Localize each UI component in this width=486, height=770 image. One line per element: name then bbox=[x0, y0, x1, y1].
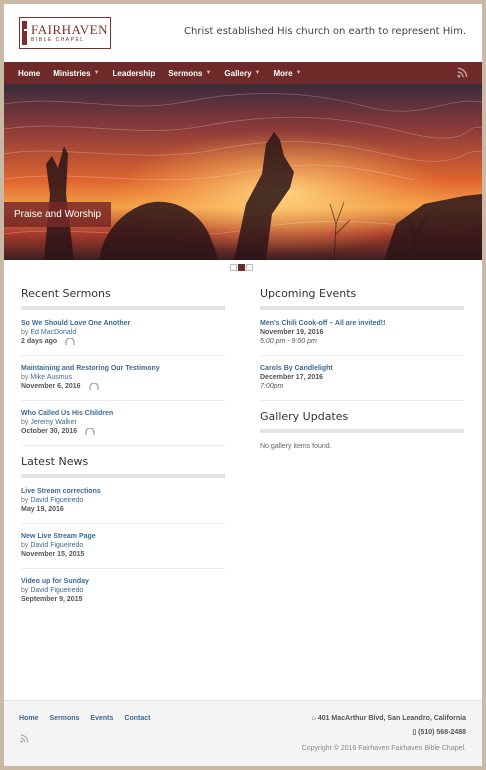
sermon-item: Who Called Us His Children by Jeremy Wal… bbox=[21, 410, 225, 446]
event-item: Men's Chili Cook-off – All are invited!!… bbox=[260, 320, 464, 356]
slider-dot-active[interactable] bbox=[238, 264, 245, 271]
sermon-item: Maintaining and Restoring Our Testimony … bbox=[21, 365, 225, 401]
nav-home[interactable]: Home bbox=[18, 69, 40, 78]
event-date: November 19, 2016 bbox=[260, 329, 324, 336]
nav-leadership[interactable]: Leadership bbox=[113, 69, 156, 78]
event-title[interactable]: Carols By Candlelight bbox=[260, 365, 464, 372]
news-author-link[interactable]: David Figueiredo bbox=[30, 542, 83, 549]
hero-caption: Praise and Worship bbox=[4, 202, 112, 227]
footer-link-home[interactable]: Home bbox=[19, 715, 38, 722]
main-nav: Home Ministries ▼ Leadership Sermons ▼ Gal… bbox=[4, 62, 482, 84]
nav-gallery[interactable]: Gallery ▼ bbox=[224, 69, 260, 78]
right-column: Upcoming Events Men's Chili Cook-off – A… bbox=[260, 287, 464, 450]
logo-subtitle: BIBLE CHAPEL bbox=[31, 36, 85, 43]
news-date: September 9, 2015 bbox=[21, 596, 83, 603]
chevron-down-icon: ▼ bbox=[93, 70, 100, 76]
news-author-link[interactable]: David Figueiredo bbox=[30, 587, 83, 594]
news-title[interactable]: Live Stream corrections bbox=[21, 488, 225, 495]
news-byline: by David Figueiredo bbox=[21, 497, 84, 504]
section-title-upcoming-events: Upcoming Events bbox=[260, 287, 357, 300]
chevron-down-icon: ▼ bbox=[205, 70, 212, 76]
event-time: 7:00pm bbox=[260, 383, 284, 390]
footer-phone: ▯ (510) 568-2488 bbox=[412, 729, 466, 736]
headphones-icon[interactable] bbox=[65, 338, 75, 345]
rss-icon[interactable] bbox=[457, 67, 468, 78]
news-item: New Live Stream Page by David Figueiredo… bbox=[21, 533, 225, 569]
news-title[interactable]: New Live Stream Page bbox=[21, 533, 225, 540]
logo-name: FAIRHAVEN bbox=[31, 21, 108, 37]
sermon-date: October 30, 2016 bbox=[21, 428, 225, 435]
hero-slider[interactable]: Praise and Worship bbox=[4, 84, 482, 260]
left-column: Recent Sermons So We Should Love One Ano… bbox=[21, 287, 225, 622]
event-title[interactable]: Men's Chili Cook-off – All are invited!! bbox=[260, 320, 464, 327]
hero-image bbox=[4, 84, 482, 260]
section-title-recent-sermons: Recent Sermons bbox=[21, 287, 111, 300]
headphones-icon[interactable] bbox=[88, 383, 99, 390]
news-byline: by David Figueiredo bbox=[21, 587, 84, 594]
news-item: Video up for Sunday by David Figueiredo … bbox=[21, 578, 225, 613]
sermon-author-link[interactable]: Ed MacDonald bbox=[30, 329, 76, 336]
section-divider bbox=[260, 429, 464, 433]
nav-ministries[interactable]: Ministries ▼ bbox=[53, 69, 99, 78]
footer-nav: Home Sermons Events Contact bbox=[19, 715, 161, 722]
sermon-title[interactable]: Who Called Us His Children bbox=[21, 410, 225, 417]
sermon-byline: by Jeremy Walker bbox=[21, 419, 77, 426]
section-divider bbox=[21, 306, 225, 310]
section-title-latest-news: Latest News bbox=[21, 455, 89, 468]
event-date: December 17, 2016 bbox=[260, 374, 324, 381]
chevron-down-icon: ▼ bbox=[295, 70, 302, 76]
sermon-title[interactable]: Maintaining and Restoring Our Testimony bbox=[21, 365, 225, 372]
nav-sermons[interactable]: Sermons ▼ bbox=[168, 69, 211, 78]
home-icon: ⌂ bbox=[311, 715, 316, 722]
sermon-byline: by Ed MacDonald bbox=[21, 329, 77, 336]
news-date: May 19, 2016 bbox=[21, 506, 64, 513]
footer-address: ⌂ 401 MacArthur Blvd, San Leandro, Calif… bbox=[311, 715, 466, 722]
sermon-title[interactable]: So We Should Love One Another bbox=[21, 320, 225, 327]
headphones-icon[interactable] bbox=[85, 428, 95, 435]
slider-dot[interactable] bbox=[246, 264, 253, 271]
news-byline: by David Figueiredo bbox=[21, 542, 84, 549]
site-footer: Home Sermons Events Contact ⌂ 401 MacArt… bbox=[4, 700, 482, 766]
sermon-author-link[interactable]: Jeremy Walker bbox=[30, 419, 76, 426]
chevron-down-icon: ▼ bbox=[254, 70, 261, 76]
news-date: November 15, 2015 bbox=[21, 551, 85, 558]
event-item: Carols By Candlelight December 17, 2016 … bbox=[260, 365, 464, 401]
footer-copyright: Copyright © 2016 Fairhaven Fairhaven Bib… bbox=[301, 745, 466, 752]
gallery-empty-message: No gallery items found. bbox=[260, 443, 332, 450]
site-logo[interactable]: FAIRHAVEN BIBLE CHAPEL bbox=[19, 17, 111, 49]
footer-link-sermons[interactable]: Sermons bbox=[49, 715, 79, 722]
sermon-date: November 6, 2016 bbox=[21, 383, 225, 390]
news-title[interactable]: Video up for Sunday bbox=[21, 578, 225, 585]
cross-logo-icon bbox=[22, 21, 33, 45]
sermon-date: 2 days ago bbox=[21, 338, 225, 345]
footer-link-events[interactable]: Events bbox=[90, 715, 113, 722]
sermon-byline: by Mike Ausmus bbox=[21, 374, 72, 381]
slider-dot[interactable] bbox=[230, 264, 237, 271]
slider-pagination bbox=[230, 264, 254, 271]
footer-link-contact[interactable]: Contact bbox=[124, 715, 150, 722]
site-header: FAIRHAVEN BIBLE CHAPEL Christ establishe… bbox=[4, 4, 482, 62]
site-tagline: Christ established His church on earth t… bbox=[184, 26, 466, 37]
sermon-author-link[interactable]: Mike Ausmus bbox=[30, 374, 72, 381]
event-time: 5:00 pm - 9:00 pm bbox=[260, 338, 317, 345]
sermon-item: So We Should Love One Another by Ed MacD… bbox=[21, 320, 225, 356]
page: FAIRHAVEN BIBLE CHAPEL Christ establishe… bbox=[4, 4, 482, 766]
section-title-gallery-updates: Gallery Updates bbox=[260, 410, 349, 423]
phone-icon: ▯ bbox=[412, 729, 417, 736]
nav-more[interactable]: More ▼ bbox=[274, 69, 302, 78]
section-divider bbox=[21, 474, 225, 478]
news-item: Live Stream corrections by David Figueir… bbox=[21, 488, 225, 524]
news-author-link[interactable]: David Figueiredo bbox=[30, 497, 83, 504]
rss-icon[interactable] bbox=[20, 734, 29, 743]
section-divider bbox=[260, 306, 464, 310]
